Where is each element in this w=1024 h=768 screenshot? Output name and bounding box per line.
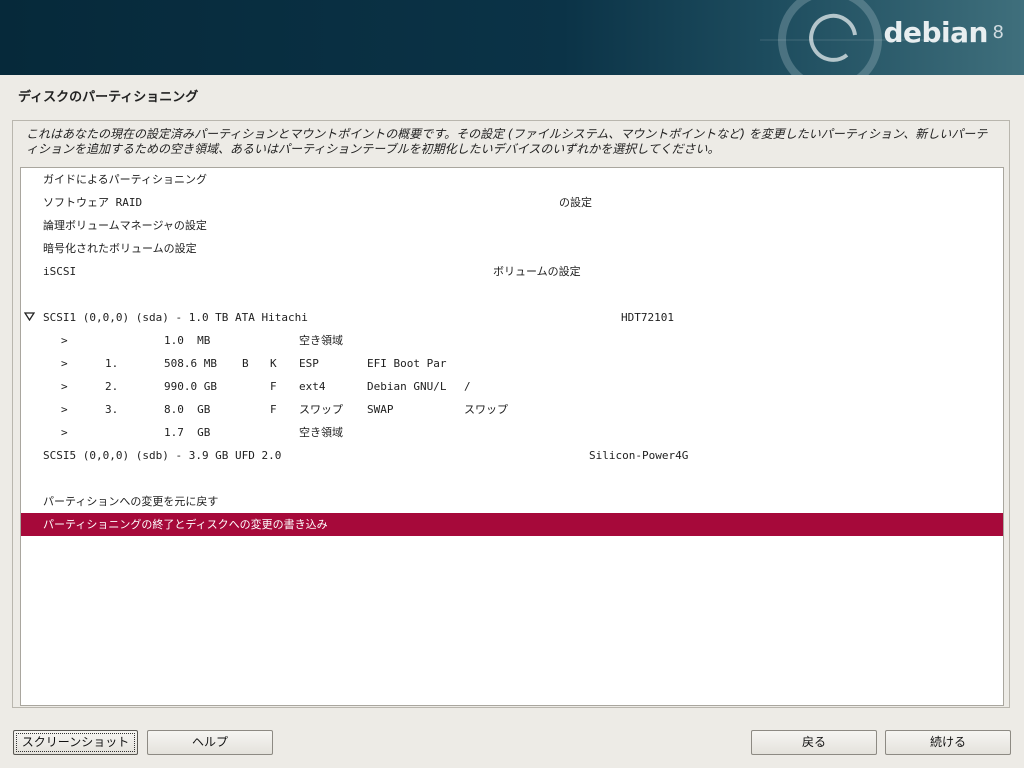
partition-fs: ESP: [299, 357, 319, 370]
disk-model: Silicon-Power4G: [589, 449, 689, 462]
partition-row[interactable]: > 1. 508.6 MB B K ESP EFI Boot Par: [21, 352, 1003, 375]
help-button[interactable]: ヘルプ: [147, 730, 273, 755]
disk-model: HDT72101: [621, 311, 674, 324]
expand-arrow-icon: >: [61, 380, 68, 393]
debian-version: 8: [992, 22, 1004, 43]
list-item-guided[interactable]: ガイドによるパーティショニング: [21, 168, 1003, 191]
list-item-label: iSCSI: [43, 265, 77, 278]
description-text: これはあなたの現在の設定済みパーティションとマウントポイントの概要です。その設定…: [26, 127, 988, 156]
partition-fs: スワップ: [299, 403, 343, 416]
partition-name: Debian GNU/L: [367, 380, 447, 393]
list-item-software-raid[interactable]: ソフトウェア RAID の設定: [21, 191, 1003, 214]
disk-row-sdb[interactable]: SCSI5 (0,0,0) (sdb) - 3.9 GB UFD 2.0 Sil…: [21, 444, 1003, 467]
partition-number: 1.: [105, 357, 119, 370]
expand-arrow-icon: >: [61, 357, 68, 370]
partition-size: 8.0 GB: [164, 403, 211, 416]
list-item-label: パーティションへの変更を元に戻す: [43, 495, 219, 508]
page-title: ディスクのパーティショニング: [18, 90, 199, 105]
list-item-label: パーティショニングの終了とディスクへの変更の書き込み: [43, 518, 328, 531]
partition-size: 1.7 GB: [164, 426, 211, 439]
debian-banner: debian 8: [0, 0, 1024, 75]
partition-row[interactable]: > 3. 8.0 GB F スワップ SWAP スワップ: [21, 398, 1003, 421]
list-item-label: ボリュームの設定: [493, 265, 581, 278]
screenshot-button[interactable]: スクリーンショット: [13, 730, 138, 755]
partition-row[interactable]: > 1.0 MB 空き領域: [21, 329, 1003, 352]
partition-row[interactable]: > 2. 990.0 GB F ext4 Debian GNU/L /: [21, 375, 1003, 398]
partition-fs: ext4: [299, 380, 326, 393]
partition-fs: 空き領域: [299, 334, 343, 347]
partition-row[interactable]: > 1.7 GB 空き領域: [21, 421, 1003, 444]
partition-size: 1.0 MB: [164, 334, 211, 347]
list-item-lvm[interactable]: 論理ボリュームマネージャの設定: [21, 214, 1003, 237]
list-item-label: 論理ボリュームマネージャの設定: [43, 219, 207, 232]
list-item-iscsi[interactable]: iSCSI ボリュームの設定: [21, 260, 1003, 283]
partition-flag-keep: K: [270, 357, 277, 370]
list-item-label: の設定: [559, 196, 592, 209]
partition-size: 990.0 GB: [164, 380, 217, 393]
partition-number: 3.: [105, 403, 119, 416]
disk-row-sda[interactable]: SCSI1 (0,0,0) (sda) - 1.0 TB ATA Hitachi…: [21, 306, 1003, 329]
list-item-undo[interactable]: パーティションへの変更を元に戻す: [21, 490, 1003, 513]
expand-arrow-icon: >: [61, 426, 68, 439]
list-item-label: ソフトウェア RAID: [43, 196, 143, 209]
partition-flag-bootable: B: [242, 357, 249, 370]
expand-arrow-icon: >: [61, 334, 68, 347]
expand-arrow-icon: >: [61, 403, 68, 416]
partition-number: 2.: [105, 380, 119, 393]
partition-name: EFI Boot Par: [367, 357, 447, 370]
continue-button[interactable]: 続ける: [885, 730, 1011, 755]
partition-name: SWAP: [367, 403, 394, 416]
expanded-triangle-icon: [24, 312, 35, 321]
back-button[interactable]: 戻る: [751, 730, 877, 755]
disk-label: SCSI1 (0,0,0) (sda) - 1.0 TB ATA Hitachi: [43, 311, 308, 324]
list-item-label: ガイドによるパーティショニング: [43, 173, 208, 186]
disk-label: SCSI5 (0,0,0) (sdb) - 3.9 GB UFD 2.0: [43, 449, 282, 462]
partition-mount: スワップ: [464, 403, 508, 416]
partition-fs: 空き領域: [299, 426, 343, 439]
list-item-finish[interactable]: パーティショニングの終了とディスクへの変更の書き込み: [21, 513, 1003, 536]
partition-flag-format: F: [270, 403, 277, 416]
partition-size: 508.6 MB: [164, 357, 217, 370]
list-item-encrypted[interactable]: 暗号化されたボリュームの設定: [21, 237, 1003, 260]
partition-mount: /: [464, 380, 471, 393]
partition-flag-format: F: [270, 380, 277, 393]
debian-logo-text: debian: [883, 16, 988, 49]
list-item-label: 暗号化されたボリュームの設定: [43, 242, 197, 255]
